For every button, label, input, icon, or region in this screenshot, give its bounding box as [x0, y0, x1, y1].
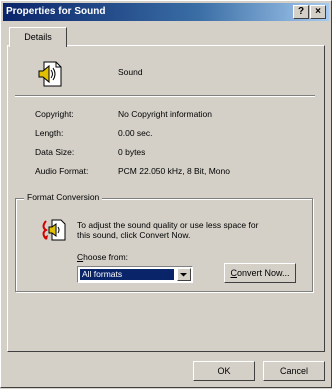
choose-from-rest: hoose from: — [83, 252, 129, 262]
format-select-value: All formats — [80, 269, 174, 280]
sound-name: Sound — [118, 67, 143, 77]
speaker-file-icon — [38, 61, 62, 87]
ok-label: OK — [217, 366, 231, 376]
conversion-description-line1: To adjust the sound quality or use less … — [77, 220, 259, 230]
choose-from-label: Choose from: — [77, 252, 128, 262]
cancel-label: Cancel — [279, 366, 308, 376]
data-size-value: 0 bytes — [118, 147, 146, 157]
divider-top — [15, 95, 315, 97]
details-content: Sound Copyright: No Copyright informatio… — [1, 1, 332, 389]
cancel-button[interactable]: Cancel — [263, 361, 325, 381]
convert-now-rest: onvert Now... — [236, 268, 290, 278]
properties-dialog: Properties for Sound ? × Details Sound C… — [0, 0, 332, 388]
audio-format-label: Audio Format: — [35, 166, 89, 176]
length-label: Length: — [35, 128, 64, 138]
convert-sound-icon — [42, 219, 66, 241]
dropdown-arrow-icon — [180, 273, 187, 277]
format-conversion-legend: Format Conversion — [24, 192, 103, 202]
length-value: 0.00 sec. — [118, 128, 153, 138]
audio-format-value: PCM 22.050 kHz, 8 Bit, Mono — [118, 166, 230, 176]
data-size-label: Data Size: — [35, 147, 75, 157]
copyright-label: Copyright: — [35, 109, 74, 119]
ok-button[interactable]: OK — [193, 361, 255, 381]
convert-now-button[interactable]: Convert Now... — [224, 263, 296, 283]
dropdown-button[interactable] — [177, 268, 191, 281]
conversion-description-line2: this sound, click Convert Now. — [77, 230, 191, 240]
copyright-value: No Copyright information — [118, 109, 213, 119]
format-select[interactable]: All formats — [77, 266, 193, 283]
